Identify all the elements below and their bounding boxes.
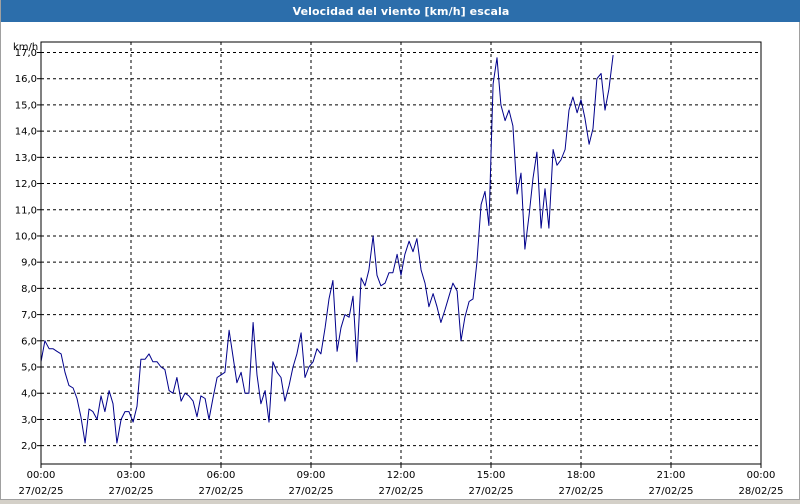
y-tick-label: 16,0	[15, 74, 37, 85]
y-tick-labels: 2,0 3,0 4,0 5,0 6,0 7,0 8,0 9,0 10,0 11,0 12,0 13,0…	[15, 48, 37, 452]
x-tick-date: 27/02/25	[559, 486, 604, 497]
series-line-wind-speed	[40, 55, 614, 444]
chart-area: km/h 2,0 3,0 4,0 5,0 6,0 7,0 8,0 9,0 10,0 11,0 12,…	[1, 22, 800, 500]
y-tick-label: 5,0	[21, 363, 37, 374]
x-tick-date: 27/02/25	[469, 486, 514, 497]
x-tick-time: 09:00	[297, 470, 326, 481]
x-tick-time: 03:00	[117, 470, 146, 481]
y-tick-label: 3,0	[21, 415, 37, 426]
y-tick-label: 14,0	[15, 127, 37, 138]
chart-title: Velocidad del viento [km/h] escala	[292, 4, 510, 18]
y-tick-label: 13,0	[15, 153, 37, 164]
x-tick-date: 27/02/25	[19, 486, 64, 497]
x-tick-date: 27/02/25	[109, 486, 154, 497]
y-tick-label: 11,0	[15, 205, 37, 216]
x-tick-date: 27/02/25	[289, 486, 334, 497]
y-tick-label: 10,0	[15, 231, 37, 242]
x-tick-date: 27/02/25	[379, 486, 424, 497]
y-tick-label: 15,0	[15, 100, 37, 111]
x-tick-labels: 00:00 27/02/25 03:00 27/02/25 06:00 27/02/25 0…	[19, 470, 784, 497]
x-tick-date: 27/02/25	[199, 486, 244, 497]
x-tick-time: 00:00	[747, 470, 776, 481]
wind-speed-chart: km/h 2,03,04,05,06,07,08,09,010,011,012,…	[13, 41, 784, 497]
y-tick-label: 4,0	[21, 389, 37, 400]
x-tick-time: 15:00	[477, 470, 506, 481]
x-tick-time: 06:00	[207, 470, 236, 481]
x-tick-time: 00:00	[27, 470, 56, 481]
x-tick-time: 21:00	[657, 470, 686, 481]
grid-lines	[37, 42, 762, 468]
y-tick-label: 12,0	[15, 179, 37, 190]
x-tick-time: 12:00	[387, 470, 416, 481]
x-tick-date: 28/02/25	[739, 486, 784, 497]
y-tick-label: 2,0	[21, 441, 37, 452]
y-tick-label: 9,0	[21, 258, 37, 269]
title-bar: Velocidad del viento [km/h] escala	[1, 0, 800, 22]
chart-window: Velocidad del viento [km/h] escala km/h …	[0, 0, 800, 500]
y-tick-label: 7,0	[21, 310, 37, 321]
series-group	[40, 55, 614, 444]
x-tick-time: 18:00	[567, 470, 596, 481]
y-tick-label: 8,0	[21, 284, 37, 295]
y-tick-label: 17,0	[15, 48, 37, 59]
y-tick-label: 6,0	[21, 336, 37, 347]
x-tick-date: 27/02/25	[649, 486, 694, 497]
